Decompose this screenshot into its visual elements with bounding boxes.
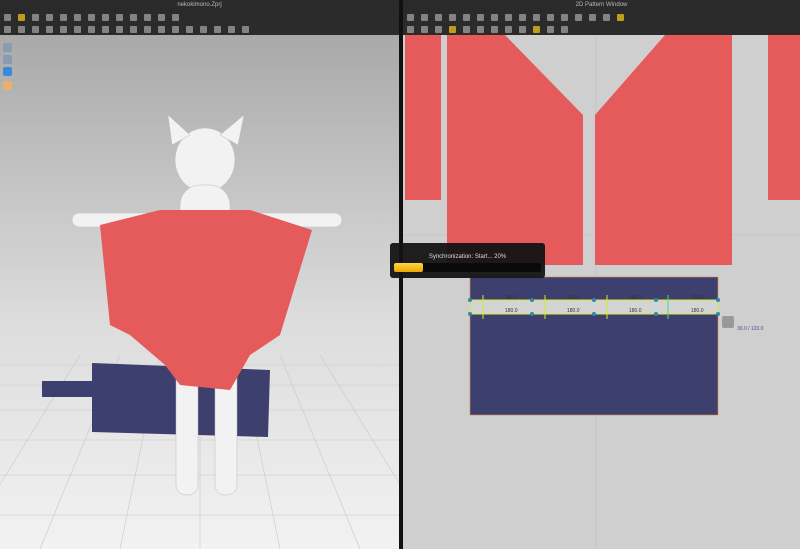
- sync-label: Synchronization: Start... 20%: [428, 254, 507, 260]
- tool-icon[interactable]: [533, 25, 540, 33]
- seam-length-label: 180.0: [629, 308, 642, 314]
- tool-icon[interactable]: [46, 13, 53, 21]
- seam-length-label: 180.0: [629, 295, 642, 301]
- tool-icon[interactable]: [575, 13, 582, 21]
- toolbar-2d-row1: [403, 11, 800, 23]
- tool-icon[interactable]: [18, 13, 25, 21]
- tool-icon[interactable]: [533, 13, 540, 21]
- seam-length-label: 180.0: [567, 295, 580, 301]
- 3d-garment-window: nekokimono.Zprj: [0, 0, 399, 549]
- toolbar-3d-row2: [0, 23, 399, 35]
- tool-icon[interactable]: [130, 25, 137, 33]
- tool-icon[interactable]: [519, 25, 526, 33]
- tool-icon[interactable]: [116, 13, 123, 21]
- cursor-readout: 30.0 / 120.0: [737, 326, 764, 332]
- tool-icon[interactable]: [32, 25, 39, 33]
- tool-icon[interactable]: [505, 25, 512, 33]
- tool-icon[interactable]: [144, 25, 151, 33]
- pattern-piece-red: [768, 35, 800, 200]
- tool-icon[interactable]: [158, 13, 165, 21]
- 3d-scene: [0, 114, 399, 549]
- tool-icon[interactable]: [186, 25, 193, 33]
- tool-icon[interactable]: [561, 13, 568, 21]
- tool-icon[interactable]: [200, 25, 207, 33]
- tool-icon[interactable]: [491, 13, 498, 21]
- cursor-tool-icon: [722, 316, 734, 328]
- 2d-viewport[interactable]: [403, 35, 800, 549]
- tool-icon[interactable]: [32, 13, 39, 21]
- tool-icon[interactable]: [421, 25, 428, 33]
- tool-icon[interactable]: [88, 25, 95, 33]
- tool-icon[interactable]: [477, 25, 484, 33]
- tool-icon[interactable]: [172, 25, 179, 33]
- pattern-piece-red: [595, 35, 732, 265]
- tool-icon[interactable]: [407, 25, 414, 33]
- tool-icon[interactable]: [74, 13, 81, 21]
- pattern-piece-red: [447, 35, 583, 265]
- tool-icon[interactable]: [46, 25, 53, 33]
- tool-icon[interactable]: [589, 13, 596, 21]
- tool-icon[interactable]: [60, 25, 67, 33]
- tool-icon[interactable]: [18, 25, 25, 33]
- seam-length-label: 180.0: [505, 308, 518, 314]
- seam-length-label: 180.0: [691, 295, 704, 301]
- tool-icon[interactable]: [407, 13, 414, 21]
- tool-icon[interactable]: [449, 13, 456, 21]
- 3d-viewport[interactable]: [0, 35, 399, 549]
- tool-icon[interactable]: [449, 25, 456, 33]
- toolbar-3d-row1: [0, 11, 399, 23]
- tool-icon[interactable]: [116, 25, 123, 33]
- tool-icon[interactable]: [617, 13, 624, 21]
- tool-icon[interactable]: [547, 25, 554, 33]
- pattern-canvas: [403, 35, 800, 549]
- tool-icon[interactable]: [102, 25, 109, 33]
- tool-icon[interactable]: [547, 13, 554, 21]
- tool-icon[interactable]: [4, 25, 11, 33]
- tool-icon[interactable]: [242, 25, 249, 33]
- seam-length-label: 180.0: [567, 308, 580, 314]
- tool-icon[interactable]: [491, 25, 498, 33]
- tool-icon[interactable]: [603, 13, 610, 21]
- seam-length-label: 180.0: [505, 295, 518, 301]
- tool-icon[interactable]: [102, 13, 109, 21]
- tool-icon[interactable]: [144, 13, 151, 21]
- sync-progress-fill: [394, 263, 424, 272]
- tool-icon[interactable]: [228, 25, 235, 33]
- sync-progress-bar: [394, 263, 541, 272]
- tool-icon[interactable]: [130, 13, 137, 21]
- red-kimono-3d: [100, 210, 312, 390]
- pattern-piece-red: [405, 35, 441, 200]
- tool-icon[interactable]: [4, 13, 11, 21]
- seam-length-label: 180.0: [691, 308, 704, 314]
- tool-icon[interactable]: [158, 25, 165, 33]
- tool-icon[interactable]: [88, 13, 95, 21]
- tool-icon[interactable]: [463, 13, 470, 21]
- tool-icon[interactable]: [435, 13, 442, 21]
- tool-icon[interactable]: [435, 25, 442, 33]
- toolbar-2d-row2: [403, 23, 800, 35]
- tool-icon[interactable]: [519, 13, 526, 21]
- tool-icon[interactable]: [561, 25, 568, 33]
- tool-icon[interactable]: [60, 13, 67, 21]
- window-title: 2D Pattern Window: [403, 0, 800, 11]
- tool-icon[interactable]: [74, 25, 81, 33]
- tool-icon[interactable]: [463, 25, 470, 33]
- window-title: nekokimono.Zprj: [0, 0, 399, 11]
- sync-progress-dialog: Synchronization: Start... 20%: [390, 243, 545, 278]
- tool-icon[interactable]: [172, 13, 179, 21]
- tool-icon[interactable]: [505, 13, 512, 21]
- tool-icon[interactable]: [214, 25, 221, 33]
- tool-icon[interactable]: [421, 13, 428, 21]
- tool-icon[interactable]: [477, 13, 484, 21]
